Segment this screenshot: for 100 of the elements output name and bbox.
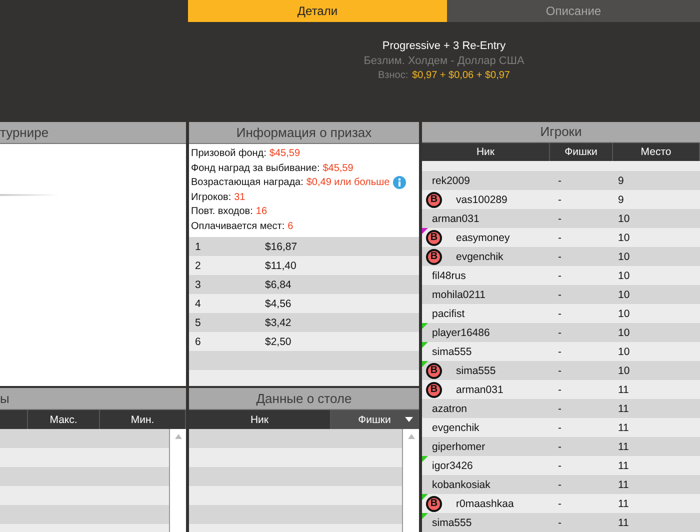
player-nick: evgenchik	[432, 422, 480, 434]
buyin-value: $0,97 + $0,06 + $0,97	[412, 70, 510, 81]
player-nick: pacifist	[432, 308, 465, 320]
chips-cell-text: -	[557, 440, 562, 452]
chips-cell-text: -	[557, 212, 562, 224]
chips-cell-text: -	[557, 174, 562, 186]
place-cell-text: 11	[617, 460, 630, 472]
chips-cell-text: -	[557, 498, 562, 510]
player-row[interactable]: B sima555 - 10	[422, 361, 700, 380]
fact-value: 16	[256, 206, 268, 218]
sort-icon	[405, 417, 413, 422]
scroll-up-icon[interactable]	[174, 434, 182, 439]
place-cell-text: 10	[617, 270, 631, 282]
player-row[interactable]: sima555 - 11	[422, 513, 700, 532]
scroll-up-icon[interactable]	[408, 434, 414, 439]
chips-cell-text: -	[557, 516, 562, 528]
place-cell-text: 5	[194, 316, 202, 328]
info-icon[interactable]	[392, 176, 406, 190]
player-row[interactable]: giperhomer - 11	[422, 437, 700, 456]
fact-value: $0,49 или больше	[306, 177, 390, 188]
scrollbar[interactable]	[169, 429, 186, 532]
place-cell-text: 11	[617, 440, 630, 452]
prize-cell: $16,87	[265, 240, 298, 252]
prize-cell: $11,40	[265, 260, 296, 272]
fact-label: Повт. входов:	[191, 206, 253, 218]
chips-cell-text: -	[557, 270, 562, 282]
player-nick: easymoney	[455, 232, 510, 244]
player-nick: kobankosiak	[432, 478, 490, 490]
place-cell-text: 11	[617, 516, 630, 528]
chips-cell-text: -	[557, 288, 562, 300]
bounty-badge: B	[426, 362, 442, 378]
player-nick: rek2009	[432, 174, 470, 186]
chips-cell-text: -	[557, 402, 562, 414]
player-nick: r0maashkaa	[455, 498, 514, 510]
fact-value: $45,59	[322, 162, 354, 174]
fact-label: Фонд наград за выбивание:	[191, 162, 320, 174]
chips-cell-text: -	[557, 422, 562, 434]
player-nick: sima555	[432, 346, 472, 358]
chips-cell-text: -	[557, 194, 562, 206]
fact-label: Возрастающая награда:	[191, 177, 304, 188]
bounty-badge: B	[426, 496, 442, 512]
column-header[interactable]: Фишки	[331, 410, 419, 429]
player-nick: player16486	[432, 326, 490, 338]
bounty-badge: B	[426, 382, 442, 398]
place-cell-text: 10	[617, 364, 631, 376]
prize-cell: $4,56	[265, 298, 292, 310]
player-row[interactable]: azatron - 11	[422, 399, 700, 418]
player-nick: igor3426	[432, 460, 473, 472]
chips-cell-text: -	[557, 460, 562, 472]
buyin-label: Взнос:	[378, 70, 408, 81]
panel-header: Информация о призах	[189, 122, 419, 144]
player-row[interactable]: mohila0211 - 10	[422, 285, 700, 304]
prize-cell: $3,42	[265, 316, 292, 328]
scrollbar[interactable]	[402, 429, 419, 532]
player-nick: arman031	[432, 212, 480, 224]
place-cell-text: 1	[194, 240, 202, 252]
prize-cell: $2,50	[265, 336, 292, 348]
place-cell-text: 9	[617, 194, 625, 206]
player-nick: sima555	[432, 516, 472, 528]
panel-header: ы	[0, 388, 186, 410]
tournament-name: Progressive + 3 Re-Entry	[382, 40, 506, 52]
fact-value: 31	[234, 192, 246, 203]
player-nick: vas100289	[455, 194, 508, 206]
chips-cell-text: -	[557, 232, 562, 244]
player-nick: sima555	[455, 364, 496, 376]
chips-cell-text: -	[557, 250, 562, 262]
chips-cell-text: -	[557, 308, 562, 320]
player-row[interactable]: kobankosiak - 11	[422, 475, 700, 494]
player-nick: mohila0211	[432, 288, 486, 300]
fact-value: $45,59	[269, 148, 300, 160]
place-cell-text: 4	[194, 298, 202, 310]
place-cell-text: 10	[617, 232, 631, 244]
place-cell-text: 10	[617, 346, 631, 358]
prize-cell: $6,84	[265, 278, 292, 290]
player-nick: evgenchik	[455, 250, 504, 262]
player-row[interactable]: rek2009 - 9	[422, 171, 700, 190]
place-cell-text: 10	[617, 250, 631, 262]
tab[interactable]: Описание	[447, 0, 700, 22]
player-row[interactable]: B evgenchik - 10	[422, 247, 700, 266]
place-cell-text: 10	[617, 288, 631, 300]
player-row[interactable]: arman031 - 10	[422, 209, 700, 228]
place-cell-text: 11	[617, 498, 630, 510]
fact-label: Оплачивается мест:	[191, 220, 285, 232]
player-nick: arman031	[455, 384, 504, 396]
bounty-badge: B	[426, 192, 442, 208]
fact-label: Игроков:	[191, 192, 232, 203]
game-type: Безлим. Холдем - Доллар США	[364, 55, 524, 67]
player-nick: fil48rus	[432, 270, 466, 282]
player-nick: giperhomer	[432, 440, 486, 452]
tab[interactable]: Детали	[188, 0, 447, 22]
player-nick: azatron	[432, 402, 468, 414]
panel-header: Данные о столе	[189, 388, 419, 410]
chips-cell-text: -	[557, 384, 562, 396]
bounty-badge: B	[426, 248, 442, 264]
place-cell-text: 11	[617, 478, 630, 490]
player-row[interactable]: player16486 - 10	[422, 323, 700, 342]
panel-header: Игроки	[422, 122, 700, 143]
place-cell-text: 2	[194, 260, 202, 272]
place-cell-text: 6	[194, 336, 202, 348]
place-cell-text: 11	[617, 402, 630, 414]
